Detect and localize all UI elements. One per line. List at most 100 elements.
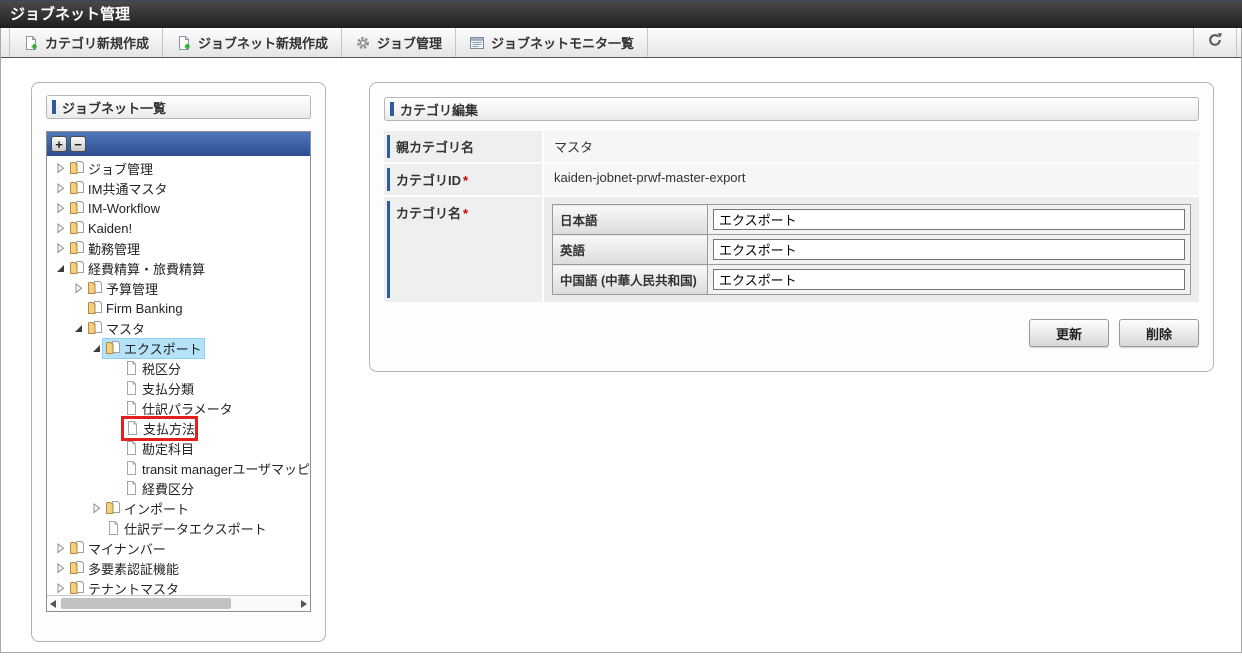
tree-item[interactable]: インポート	[47, 498, 310, 518]
refresh-button[interactable]	[1193, 28, 1237, 57]
tree-item[interactable]: マイナンバー	[47, 538, 310, 558]
toolbar-button-jobnet-monitor-list[interactable]: ジョブネットモニタ一覧	[456, 28, 649, 57]
editor-panel-title: カテゴリ編集	[384, 97, 1199, 121]
delete-button[interactable]: 削除	[1119, 319, 1199, 347]
expander-collapsed-icon[interactable]	[53, 181, 67, 195]
expander-expanded-icon[interactable]	[53, 261, 67, 275]
expander-collapsed-icon[interactable]	[89, 501, 103, 515]
tree-item[interactable]: 勤務管理	[47, 238, 310, 258]
tree-item[interactable]: Kaiden!	[47, 218, 310, 238]
category-form: 親カテゴリ名 マスタ カテゴリID * kaiden-jobnet-prwf-ma…	[384, 131, 1199, 302]
tree-item[interactable]: IM共通マスタ	[47, 178, 310, 198]
toolbar: カテゴリ新規作成 ジョブネット新規作成 ジョブ管理 ジョブネットモニタ一覧	[1, 28, 1241, 58]
refresh-icon	[1207, 32, 1223, 53]
tree-item[interactable]: テナントマスタ	[47, 578, 310, 595]
expander-collapsed-icon[interactable]	[53, 161, 67, 175]
red-annotation-box: 支払方法	[121, 415, 199, 441]
tree-item-label: 経費区分	[142, 481, 195, 497]
page-icon	[123, 440, 139, 456]
jobnet-tree-panel: ジョブネット一覧 + − ジョブ管理 IM共通マスタ IM-Workflow Kaid…	[31, 82, 326, 642]
folder-icon	[69, 580, 85, 595]
scrollbar-thumb[interactable]	[61, 598, 231, 609]
expander-expanded-icon[interactable]	[71, 321, 85, 335]
tree-item[interactable]: 多要素認証機能	[47, 558, 310, 578]
tree-item-group: 予算管理	[85, 279, 160, 298]
tree-item-group: 経費精算・旅費精算	[67, 259, 207, 278]
expander-collapsed-icon[interactable]	[53, 221, 67, 235]
tree-item-label: IM-Workflow	[88, 200, 160, 216]
tree-item[interactable]: 仕訳データエクスポート	[47, 518, 310, 538]
language-row: 日本語	[552, 204, 1191, 235]
folder-icon	[69, 180, 85, 196]
main-content: ジョブネット一覧 + − ジョブ管理 IM共通マスタ IM-Workflow Kaid…	[1, 58, 1241, 652]
language-input-cell	[707, 264, 1191, 295]
expander-expanded-icon[interactable]	[89, 341, 103, 355]
category-name-input-1[interactable]	[713, 239, 1185, 260]
expander-collapsed-icon[interactable]	[53, 241, 67, 255]
tree-panel-title-label: ジョブネット一覧	[62, 100, 167, 116]
tree-item-label: Kaiden!	[88, 220, 133, 236]
category-name-input-2[interactable]	[713, 269, 1185, 290]
page-icon	[123, 380, 139, 396]
expander-collapsed-icon[interactable]	[53, 581, 67, 595]
folder-icon	[69, 220, 85, 236]
h-scrollbar	[47, 595, 310, 611]
toolbar-button-job-management[interactable]: ジョブ管理	[342, 28, 457, 57]
toolbar-button-jobnet-new[interactable]: ジョブネット新規作成	[163, 28, 343, 57]
scroll-left-arrow[interactable]	[47, 599, 59, 608]
tree-item[interactable]: IM-Workflow	[47, 198, 310, 218]
tree-item[interactable]: 税区分	[47, 358, 310, 378]
toolbar-button-label: ジョブ管理	[377, 36, 443, 51]
tree-item[interactable]: 予算管理	[47, 278, 310, 298]
tree-item-group: IM-Workflow	[67, 200, 162, 216]
tree-item-label: マスタ	[106, 321, 146, 337]
category-name-label: カテゴリ名 *	[384, 197, 544, 302]
tree-item[interactable]: ジョブ管理	[47, 158, 310, 178]
update-button[interactable]: 更新	[1029, 319, 1109, 347]
tree-item[interactable]: 勘定科目	[47, 438, 310, 458]
folder-icon	[69, 240, 85, 256]
list-icon	[469, 35, 485, 51]
tree-item[interactable]: 支払分類	[47, 378, 310, 398]
tree-item-group: テナントマスタ	[67, 579, 181, 595]
tree-item[interactable]: 経費区分	[47, 478, 310, 498]
expander-collapsed-icon[interactable]	[53, 201, 67, 215]
tree-item-selected: エクスポート	[102, 337, 205, 359]
parent-category-label: 親カテゴリ名	[384, 131, 544, 162]
required-marker: *	[463, 206, 469, 221]
folder-icon	[69, 560, 85, 576]
category-name-input-0[interactable]	[713, 209, 1185, 230]
toolbar-button-label: カテゴリ新規作成	[45, 36, 150, 51]
expand-all-button[interactable]: +	[51, 136, 67, 152]
tree-item-label: エクスポート	[124, 341, 202, 357]
folder-icon	[69, 540, 85, 556]
form-row-parent-category: 親カテゴリ名 マスタ	[384, 131, 1199, 162]
toolbar-button-category-new[interactable]: カテゴリ新規作成	[10, 28, 164, 57]
category-id-value: kaiden-jobnet-prwf-master-export	[544, 164, 1199, 195]
folder-icon	[87, 280, 103, 296]
tree-item-group: 仕訳データエクスポート	[103, 519, 269, 538]
scroll-right-arrow[interactable]	[298, 599, 310, 608]
tree-item-label: 支払方法	[143, 421, 196, 437]
tree-item[interactable]: 支払方法	[47, 415, 310, 441]
expander-collapsed-icon[interactable]	[53, 541, 67, 555]
tree-item-label: 経費精算・旅費精算	[88, 261, 206, 277]
tree-item-group: 税区分	[121, 359, 183, 378]
collapse-all-button[interactable]: −	[70, 136, 86, 152]
tree-item-label: IM共通マスタ	[88, 181, 168, 197]
tree-item[interactable]: マスタ	[47, 318, 310, 338]
tree-item[interactable]: 経費精算・旅費精算	[47, 258, 310, 278]
tree-item[interactable]: Firm Banking	[47, 298, 310, 318]
tree-item[interactable]: エクスポート	[47, 337, 310, 359]
tree-item-label: 勤務管理	[88, 241, 141, 257]
folder-icon	[105, 500, 121, 516]
category-name-value: 日本語英語中国語 (中華人民共和国)	[544, 197, 1199, 302]
tree-item-group: ジョブ管理	[67, 159, 155, 178]
page-icon	[123, 480, 139, 496]
expander-collapsed-icon[interactable]	[71, 281, 85, 295]
tree-item-label: 支払分類	[142, 381, 195, 397]
tree-item[interactable]: transit managerユーザマッピ	[47, 458, 310, 478]
expander-collapsed-icon[interactable]	[53, 561, 67, 575]
tree-item-group: マスタ	[85, 319, 147, 338]
